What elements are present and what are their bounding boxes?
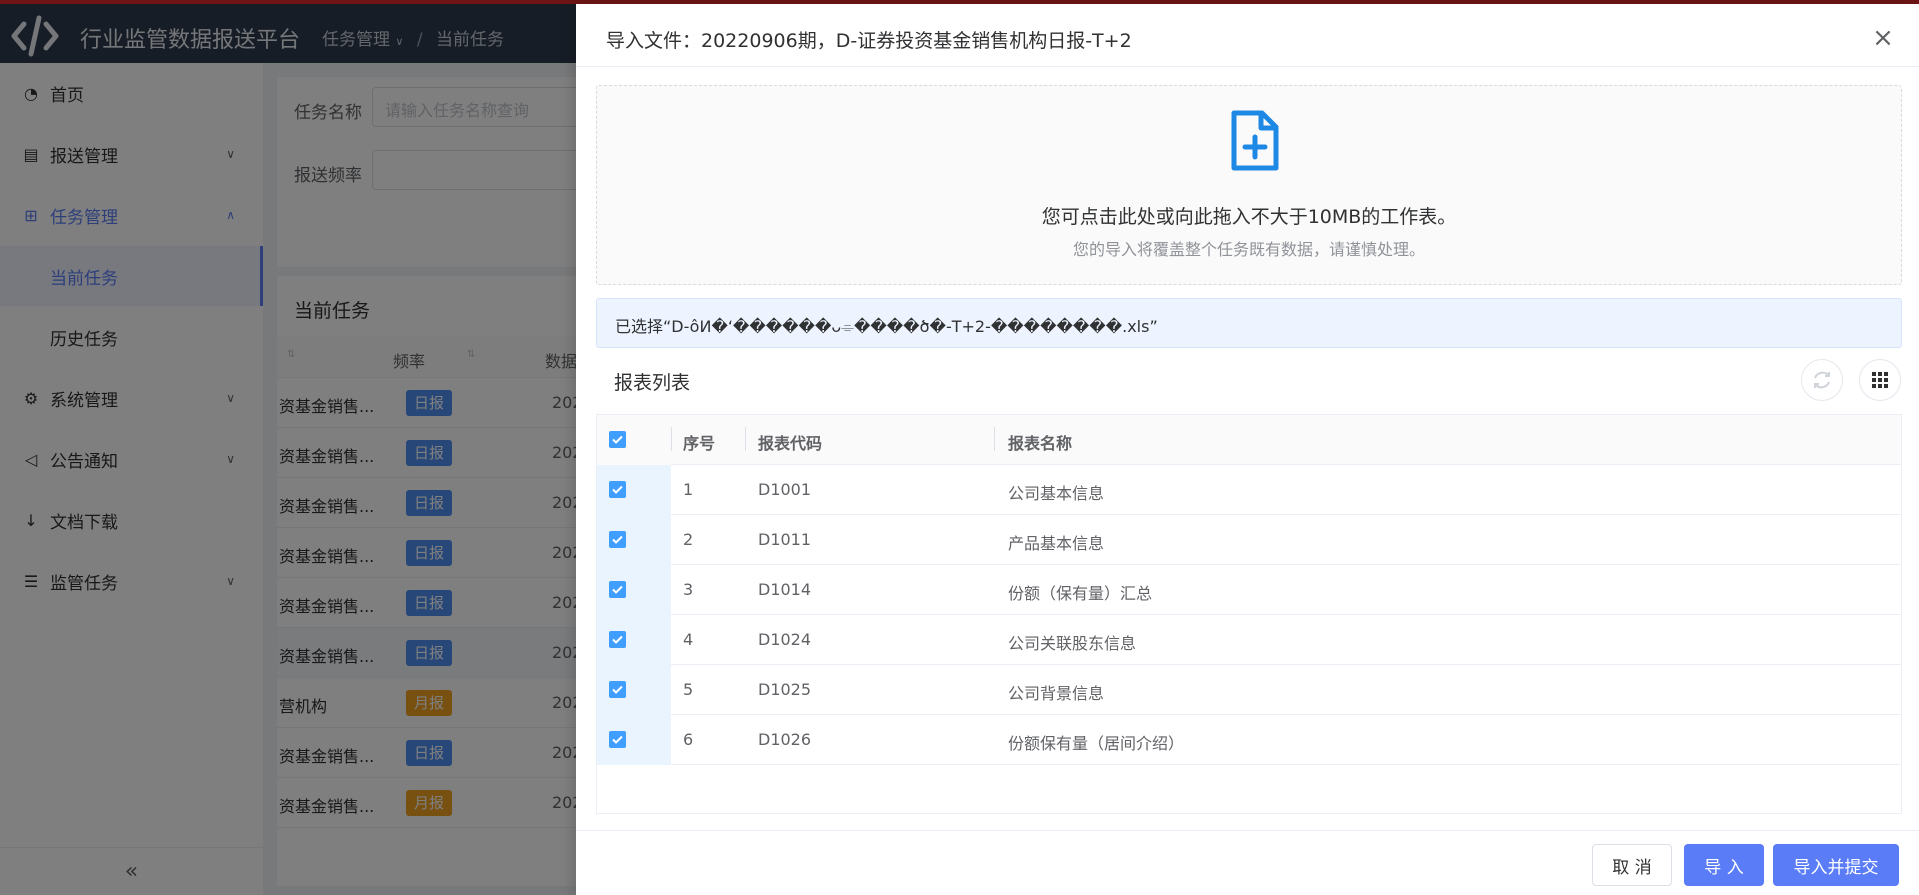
checkmark-icon	[612, 735, 623, 744]
report-table: 序号 报表代码 报表名称 1 D1001 公司基本信息 2 D1011 产品基本信息 3 D1…	[596, 414, 1902, 814]
checkmark-icon	[612, 585, 623, 594]
row-checkbox[interactable]	[609, 681, 626, 698]
report-code-cell: D1011	[758, 530, 812, 549]
report-name-cell: 份额保有量（居间介绍）	[1008, 734, 1185, 753]
checkmark-icon	[612, 435, 623, 444]
row-checkbox[interactable]	[609, 531, 626, 548]
report-name-cell: 公司背景信息	[1008, 684, 1105, 703]
upload-dropzone[interactable]: 您可点击此处或向此拖入不大于10MB的工作表。 您的导入将覆盖整个任务既有数据，…	[596, 85, 1902, 285]
report-no-cell: 3	[683, 580, 694, 599]
cancel-button[interactable]: 取 消	[1592, 844, 1672, 886]
upload-instruction: 您可点击此处或向此拖入不大于10MB的工作表。	[1041, 206, 1457, 228]
report-name-cell: 公司基本信息	[1008, 484, 1105, 503]
import-drawer: 导入文件：20220906期，D-证券投资基金销售机构日报-T+2 × 您可点击…	[576, 4, 1919, 895]
row-checkbox[interactable]	[609, 731, 626, 748]
row-checkbox[interactable]	[609, 481, 626, 498]
report-name-cell: 份额（保有量）汇总	[1008, 584, 1153, 603]
table-row[interactable]: 3 D1014 份额（保有量）汇总	[597, 565, 1901, 615]
checkbox-cell	[597, 515, 671, 565]
import-button[interactable]: 导 入	[1684, 844, 1764, 886]
table-row[interactable]: 4 D1024 公司关联股东信息	[597, 615, 1901, 665]
checkbox-cell	[597, 465, 671, 515]
report-name-cell: 产品基本信息	[1008, 534, 1105, 553]
report-no-cell: 2	[683, 530, 694, 549]
table-row[interactable]: 6 D1026 份额保有量（居间介绍）	[597, 715, 1901, 765]
row-checkbox[interactable]	[609, 631, 626, 648]
import-and-submit-button[interactable]: 导入并提交	[1773, 844, 1899, 886]
grid-dots-icon	[1872, 372, 1888, 388]
checkmark-icon	[612, 485, 623, 494]
row-checkbox[interactable]	[609, 581, 626, 598]
report-code-cell: D1024	[758, 630, 812, 649]
column-header-code: 报表代码	[758, 434, 823, 453]
table-row[interactable]: 2 D1011 产品基本信息	[597, 515, 1901, 565]
column-header-name: 报表名称	[1008, 434, 1073, 453]
table-row[interactable]: 1 D1001 公司基本信息	[597, 465, 1901, 515]
checkmark-icon	[612, 635, 623, 644]
checkbox-cell	[597, 665, 671, 715]
select-all-checkbox[interactable]	[609, 431, 626, 448]
report-code-cell: D1025	[758, 680, 812, 699]
divider	[576, 830, 1919, 831]
column-settings-button[interactable]	[1859, 359, 1901, 401]
select-all-cell	[597, 415, 671, 465]
column-divider	[745, 427, 746, 451]
upload-warning: 您的导入将覆盖整个任务既有数据，请谨慎处理。	[1072, 240, 1425, 259]
close-icon[interactable]: ×	[1871, 25, 1895, 51]
checkbox-cell	[597, 715, 671, 765]
report-code-cell: D1014	[758, 580, 812, 599]
report-name-cell: 公司关联股东信息	[1008, 634, 1137, 653]
selected-file-notice: 已选择“D-ôИ�‘������ᴗ⌯����ծ�-T+2-��������.xl…	[596, 298, 1902, 348]
refresh-button[interactable]	[1801, 359, 1843, 401]
report-no-cell: 4	[683, 630, 694, 649]
report-no-cell: 1	[683, 480, 694, 499]
checkmark-icon	[612, 535, 623, 544]
report-no-cell: 6	[683, 730, 694, 749]
report-code-cell: D1026	[758, 730, 812, 749]
table-row[interactable]: 5 D1025 公司背景信息	[597, 665, 1901, 715]
divider	[576, 66, 1919, 67]
refresh-icon	[1814, 371, 1830, 389]
report-no-cell: 5	[683, 680, 694, 699]
app-root: 行业监管数据报送平台 任务管理 ∨ / 当前任务 ◔ 首页 ▤ 报送管理 ∨ ⊞…	[0, 0, 1919, 895]
checkbox-cell	[597, 615, 671, 665]
report-code-cell: D1001	[758, 480, 812, 499]
column-header-no: 序号	[683, 434, 716, 453]
report-table-header: 序号 报表代码 报表名称	[597, 415, 1901, 465]
checkmark-icon	[612, 685, 623, 694]
drawer-title: 导入文件：20220906期，D-证券投资基金销售机构日报-T+2	[606, 30, 1132, 52]
column-divider	[671, 427, 672, 451]
checkbox-cell	[597, 565, 671, 615]
file-add-icon	[1231, 110, 1279, 171]
column-divider	[994, 427, 995, 451]
report-list-title: 报表列表	[614, 372, 691, 394]
